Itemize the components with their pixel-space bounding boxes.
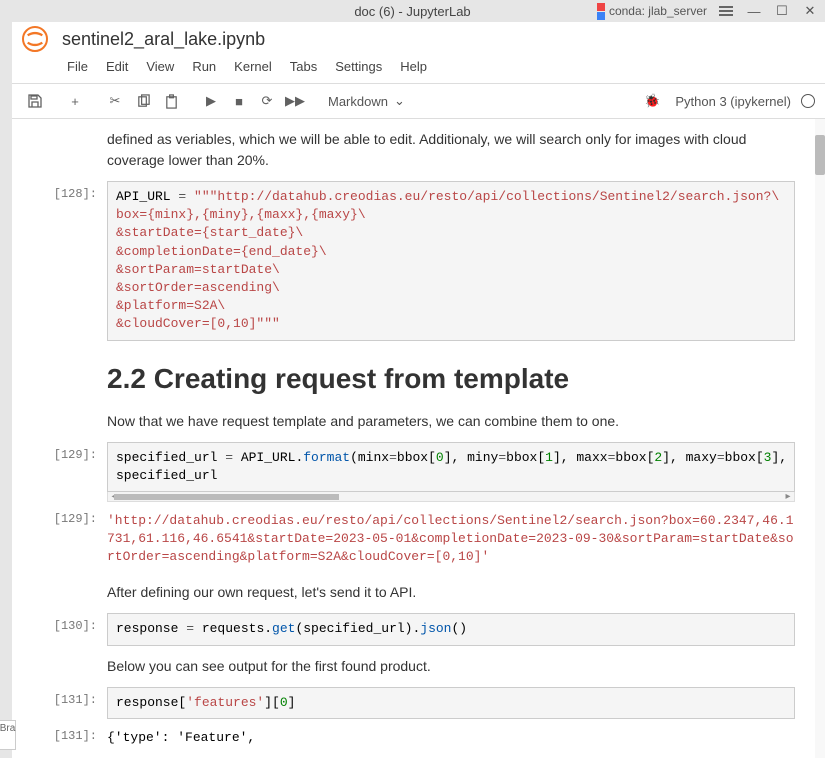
- side-tab[interactable]: Bra: [0, 720, 16, 750]
- horizontal-scrollbar[interactable]: ◂▸: [107, 492, 795, 502]
- conda-env-indicator[interactable]: conda: jlab_server: [597, 3, 707, 20]
- hamburger-icon[interactable]: [717, 2, 735, 20]
- cell-prompt: [129]:: [12, 442, 107, 502]
- menu-tabs[interactable]: Tabs: [281, 56, 326, 77]
- kernel-status-icon[interactable]: [801, 94, 815, 108]
- markdown-text: Below you can see output for the first f…: [107, 650, 795, 683]
- paste-icon[interactable]: [158, 88, 184, 114]
- scrollbar-thumb[interactable]: [815, 135, 825, 175]
- maximize-icon[interactable]: ☐: [773, 2, 791, 20]
- cell-prompt: [131]:: [12, 687, 107, 719]
- chevron-down-icon: ⌄: [394, 93, 405, 109]
- code-input[interactable]: API_URL = """http://datahub.creodias.eu/…: [107, 181, 795, 341]
- stop-icon[interactable]: ■: [226, 88, 252, 114]
- cell-prompt: [129]:: [12, 506, 107, 573]
- menu-file[interactable]: File: [58, 56, 97, 77]
- menu-run[interactable]: Run: [183, 56, 225, 77]
- close-icon[interactable]: ✕: [801, 2, 819, 20]
- titlebar: doc (6) - JupyterLab conda: jlab_server …: [0, 0, 825, 22]
- cell-prompt: [128]:: [12, 181, 107, 341]
- menu-help[interactable]: Help: [391, 56, 436, 77]
- run-all-icon[interactable]: ▶▶: [282, 88, 308, 114]
- cell-prompt: [12, 123, 107, 177]
- copy-icon[interactable]: [130, 88, 156, 114]
- output-text: 'http://datahub.creodias.eu/resto/api/co…: [107, 506, 795, 573]
- menu-kernel[interactable]: Kernel: [225, 56, 281, 77]
- minimize-icon[interactable]: —: [745, 2, 763, 20]
- window-title: doc (6) - JupyterLab: [354, 4, 470, 19]
- output-text: {'type': 'Feature',: [107, 723, 795, 753]
- markdown-text: defined as veriables, which we will be a…: [107, 123, 795, 177]
- menubar: File Edit View Run Kernel Tabs Settings …: [12, 54, 825, 84]
- save-icon[interactable]: [22, 88, 48, 114]
- notebook-title[interactable]: sentinel2_aral_lake.ipynb: [62, 29, 265, 50]
- cell-type-select[interactable]: Markdown ⌄: [322, 93, 411, 109]
- toolbar: + ✂ ▶ ■ ⟳ ▶▶ Markdown ⌄ 🐞 Python 3 (ipyk…: [12, 84, 825, 119]
- markdown-text: After defining our own request, let's se…: [107, 576, 795, 609]
- cell-prompt: [131]:: [12, 723, 107, 753]
- code-input[interactable]: response = requests.get(specified_url).j…: [107, 613, 795, 645]
- code-input[interactable]: response['features'][0]: [107, 687, 795, 719]
- markdown-text: Now that we have request template and pa…: [107, 405, 795, 438]
- add-cell-icon[interactable]: +: [62, 88, 88, 114]
- menu-settings[interactable]: Settings: [326, 56, 391, 77]
- restart-icon[interactable]: ⟳: [254, 88, 280, 114]
- jupyter-logo-icon: [22, 26, 48, 52]
- notebook-content[interactable]: defined as veriables, which we will be a…: [12, 119, 815, 758]
- conda-env-label: conda: jlab_server: [609, 4, 707, 18]
- bug-icon[interactable]: 🐞: [639, 88, 665, 114]
- kernel-name[interactable]: Python 3 (ipykernel): [667, 94, 799, 109]
- markdown-heading: 2.2 Creating request from template: [107, 345, 795, 405]
- run-icon[interactable]: ▶: [198, 88, 224, 114]
- vertical-scrollbar[interactable]: [815, 119, 825, 758]
- menu-view[interactable]: View: [137, 56, 183, 77]
- menu-edit[interactable]: Edit: [97, 56, 137, 77]
- code-input[interactable]: specified_url = API_URL.format(minx=bbox…: [107, 442, 795, 492]
- cell-prompt: [130]:: [12, 613, 107, 645]
- cut-icon[interactable]: ✂: [102, 88, 128, 114]
- cell-type-label: Markdown: [328, 94, 388, 109]
